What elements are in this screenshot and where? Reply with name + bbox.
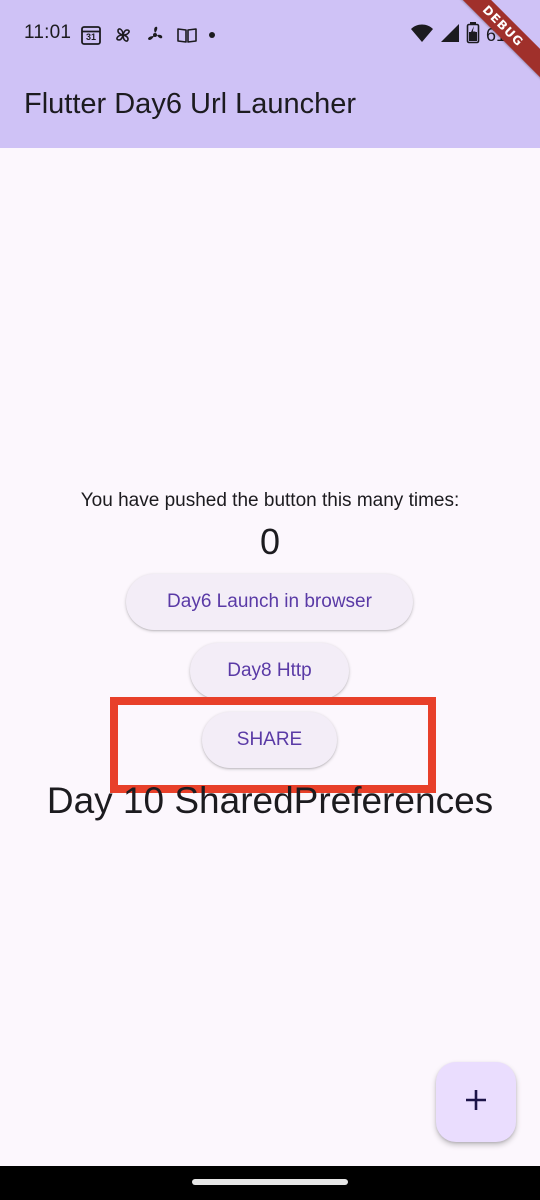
pinwheel-icon: [112, 24, 134, 46]
calendar-day-text: 31: [85, 32, 96, 42]
dot-icon: [208, 24, 216, 46]
fan-icon: [144, 24, 166, 46]
shared-preferences-heading: Day 10 SharedPreferences: [46, 780, 494, 821]
cell-signal-icon: [440, 23, 460, 48]
launch-in-browser-button[interactable]: Day6 Launch in browser: [126, 574, 413, 630]
app-top-area: 11:01 31 Flutter Day6 Url Launcher: [0, 0, 540, 148]
increment-fab[interactable]: [436, 1062, 516, 1142]
http-button[interactable]: Day8 Http: [190, 643, 349, 699]
book-icon: [176, 24, 198, 46]
home-gesture-handle[interactable]: [192, 1179, 348, 1185]
battery-icon: [466, 22, 480, 49]
share-button[interactable]: SHARE: [202, 712, 337, 768]
wifi-icon: [410, 23, 434, 48]
status-bar: 11:01 31: [0, 0, 540, 68]
counter-value: 0: [259, 521, 281, 562]
plus-icon: [463, 1087, 489, 1118]
status-time: 11:01: [24, 22, 72, 43]
app-bar-title: Flutter Day6 Url Launcher: [24, 88, 357, 120]
counter-label: You have pushed the button this many tim…: [80, 490, 460, 511]
calendar-icon: 31: [80, 24, 102, 46]
status-notification-icons: 31: [80, 24, 216, 46]
